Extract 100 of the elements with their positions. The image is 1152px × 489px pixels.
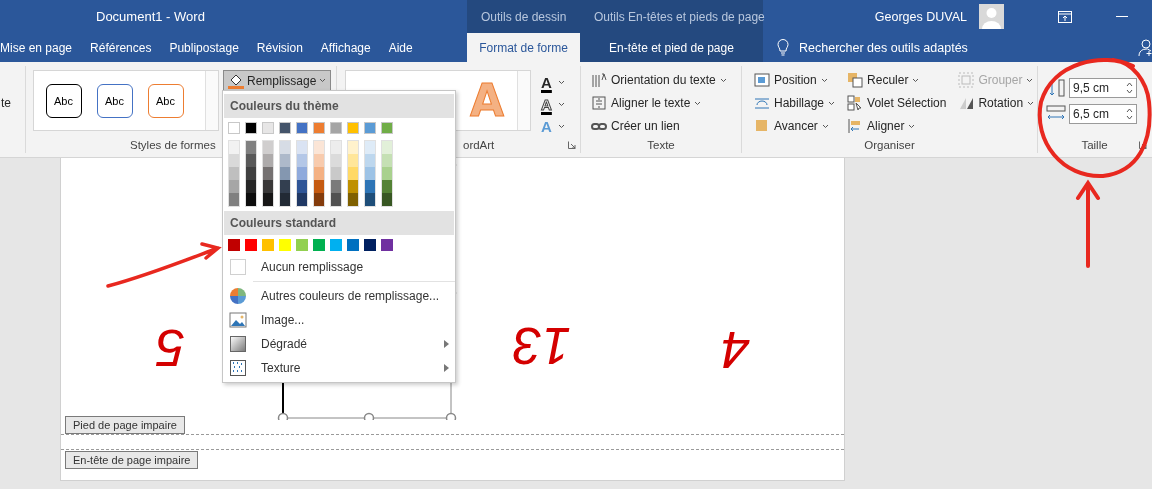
fill-button[interactable]: Remplissage — [223, 70, 332, 91]
color-swatch[interactable] — [280, 167, 290, 180]
color-swatch[interactable] — [280, 180, 290, 193]
shape-style-preview[interactable]: Abc — [96, 83, 133, 118]
ribbon-button[interactable]: Orientation du texte — [589, 70, 729, 90]
color-swatch[interactable] — [296, 239, 308, 251]
color-swatch[interactable] — [314, 193, 324, 206]
color-swatch[interactable] — [364, 239, 376, 251]
color-swatch[interactable] — [331, 141, 341, 154]
size-input[interactable]: 9,5 cm — [1069, 78, 1137, 98]
color-swatch[interactable] — [297, 141, 307, 154]
color-swatch[interactable] — [280, 193, 290, 206]
color-swatch[interactable] — [382, 193, 392, 206]
color-swatch[interactable] — [364, 122, 376, 134]
dialog-launcher-icon[interactable] — [1139, 141, 1147, 149]
color-swatch[interactable] — [365, 167, 375, 180]
color-swatch[interactable] — [331, 193, 341, 206]
share-person-icon[interactable] — [1138, 38, 1152, 57]
ribbon-button[interactable]: Habillage — [752, 93, 838, 113]
ribbon-button[interactable]: Créer un lien — [589, 116, 729, 136]
color-swatch[interactable] — [280, 141, 290, 154]
color-swatch[interactable] — [296, 122, 308, 134]
color-swatch[interactable] — [331, 180, 341, 193]
color-swatch[interactable] — [347, 122, 359, 134]
color-swatch[interactable] — [246, 167, 256, 180]
color-swatch[interactable] — [297, 154, 307, 167]
ribbon-button[interactable]: Reculer — [845, 70, 949, 90]
ribbon-display-icon[interactable] — [1058, 10, 1072, 23]
color-swatch[interactable] — [263, 154, 273, 167]
color-swatch[interactable] — [382, 180, 392, 193]
color-swatch[interactable] — [229, 154, 239, 167]
color-swatch[interactable] — [314, 141, 324, 154]
color-swatch[interactable] — [365, 154, 375, 167]
ribbon-tab[interactable]: Aide — [379, 33, 422, 62]
ribbon-tab[interactable]: En-tête et pied de page — [580, 33, 763, 62]
color-swatch[interactable] — [246, 193, 256, 206]
color-swatch[interactable] — [382, 154, 392, 167]
color-swatch[interactable] — [330, 239, 342, 251]
shape-style-preview[interactable]: Abc — [45, 83, 82, 118]
spinner-icon[interactable] — [1126, 107, 1133, 121]
color-swatch[interactable] — [381, 122, 393, 134]
color-swatch[interactable] — [348, 180, 358, 193]
color-swatch[interactable] — [382, 141, 392, 154]
ribbon-button[interactable]: Rotation — [956, 93, 1037, 113]
color-swatch[interactable] — [314, 180, 324, 193]
color-swatch[interactable] — [263, 193, 273, 206]
color-swatch[interactable] — [348, 193, 358, 206]
color-swatch[interactable] — [263, 141, 273, 154]
menu-item[interactable]: Aucun remplissage — [223, 255, 455, 279]
color-swatch[interactable] — [263, 167, 273, 180]
menu-item[interactable]: Image... — [223, 308, 455, 332]
ribbon-button[interactable]: Aligner le texte — [589, 93, 729, 113]
color-swatch[interactable] — [314, 154, 324, 167]
color-swatch[interactable] — [331, 167, 341, 180]
color-swatch[interactable] — [348, 141, 358, 154]
ribbon-button[interactable]: Aligner — [845, 116, 949, 136]
color-swatch[interactable] — [297, 193, 307, 206]
color-swatch[interactable] — [245, 239, 257, 251]
color-swatch[interactable] — [245, 122, 257, 134]
color-swatch[interactable] — [313, 122, 325, 134]
ribbon-tab[interactable]: Affichage — [311, 33, 380, 62]
color-swatch[interactable] — [246, 154, 256, 167]
shape-style-preview[interactable]: Abc — [147, 83, 184, 118]
ribbon-button[interactable]: Position — [752, 70, 838, 90]
color-swatch[interactable] — [348, 167, 358, 180]
menu-item[interactable]: Autres couleurs de remplissage... — [223, 284, 455, 308]
ribbon-tab[interactable]: Mise en page — [0, 33, 73, 62]
ribbon-tab[interactable]: Révision — [247, 33, 312, 62]
color-swatch[interactable] — [229, 193, 239, 206]
color-swatch[interactable] — [348, 154, 358, 167]
color-swatch[interactable] — [279, 122, 291, 134]
gallery-scrollbar[interactable] — [517, 71, 530, 130]
color-swatch[interactable] — [229, 167, 239, 180]
color-swatch[interactable] — [381, 239, 393, 251]
color-swatch[interactable] — [246, 141, 256, 154]
gallery-scrollbar[interactable] — [205, 71, 218, 130]
ribbon-button[interactable]: Avancer — [752, 116, 838, 136]
color-swatch[interactable] — [228, 239, 240, 251]
text-format-button[interactable]: A — [539, 74, 567, 91]
color-swatch[interactable] — [229, 180, 239, 193]
color-swatch[interactable] — [297, 167, 307, 180]
color-swatch[interactable] — [228, 122, 240, 134]
color-swatch[interactable] — [262, 239, 274, 251]
ribbon-tab[interactable]: Références — [81, 33, 161, 62]
dialog-launcher-icon[interactable] — [568, 141, 576, 149]
menu-item[interactable]: Dégradé — [223, 332, 455, 356]
color-swatch[interactable] — [279, 239, 291, 251]
tell-me-search[interactable]: Rechercher des outils adaptés — [799, 40, 968, 55]
ribbon-tab[interactable]: Format de forme — [467, 33, 580, 62]
ribbon-button[interactable]: Volet Sélection — [845, 93, 949, 113]
color-swatch[interactable] — [314, 167, 324, 180]
color-swatch[interactable] — [262, 122, 274, 134]
color-swatch[interactable] — [297, 180, 307, 193]
color-swatch[interactable] — [365, 141, 375, 154]
color-swatch[interactable] — [246, 180, 256, 193]
color-swatch[interactable] — [330, 122, 342, 134]
size-input[interactable]: 6,5 cm — [1069, 104, 1137, 124]
avatar-icon[interactable] — [979, 4, 1004, 29]
color-swatch[interactable] — [313, 239, 325, 251]
ribbon-tab[interactable]: Publipostage — [160, 33, 248, 62]
